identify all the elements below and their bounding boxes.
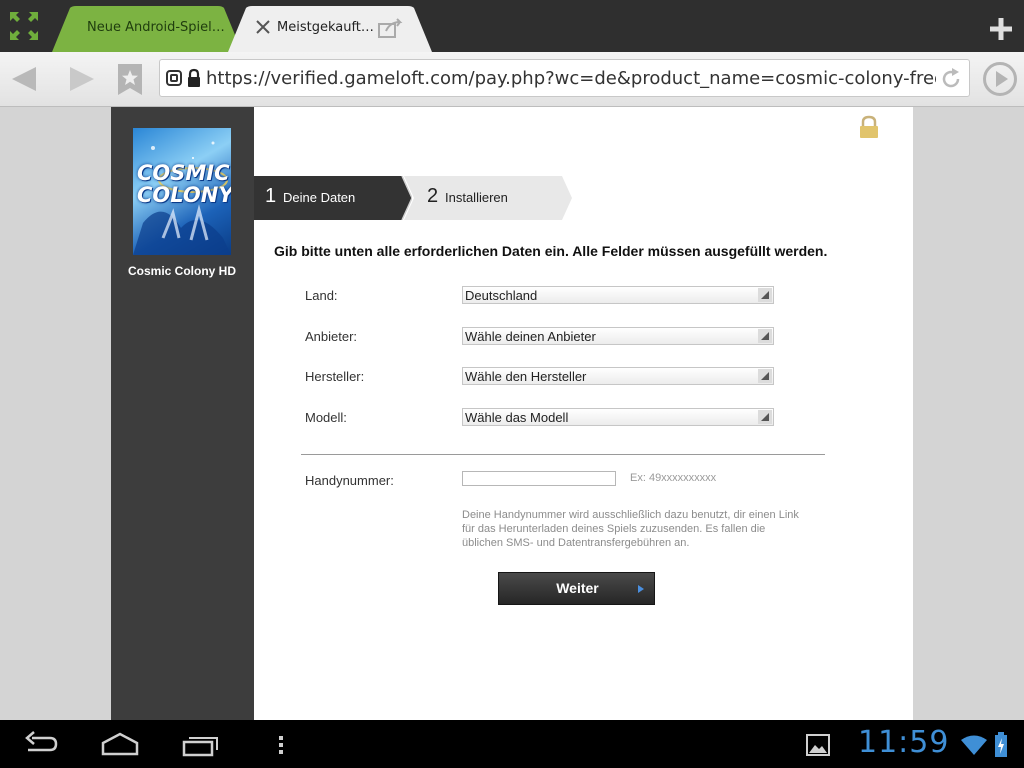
anbieter-select[interactable]: Wähle deinen Anbieter — [462, 327, 774, 345]
play-icon[interactable] — [982, 61, 1018, 97]
dropdown-arrow-icon — [758, 329, 772, 343]
weiter-button[interactable]: Weiter — [498, 572, 655, 605]
reload-icon[interactable] — [939, 67, 963, 91]
tab-label: Meistgekauft… — [277, 20, 374, 35]
select-value: Wähle den Hersteller — [465, 369, 587, 384]
field-label: Anbieter: — [305, 329, 358, 344]
close-icon[interactable] — [256, 20, 270, 34]
field-label: Handynummer: — [305, 473, 394, 488]
dropdown-arrow-icon — [758, 369, 772, 383]
expand-icon[interactable] — [8, 10, 40, 42]
plus-icon[interactable] — [986, 14, 1016, 44]
phone-number-input[interactable] — [462, 471, 616, 486]
browser-toolbar: https://verified.gameloft.com/pay.php?wc… — [0, 52, 1024, 107]
step-label: Deine Daten — [283, 190, 356, 205]
field-label: Land: — [305, 288, 338, 303]
gallery-notification-icon[interactable] — [806, 734, 830, 756]
tab-label: Neue Android-Spiel… — [87, 20, 225, 35]
step-number: 1 — [265, 185, 277, 207]
share-icon[interactable] — [378, 18, 404, 38]
field-label: Hersteller: — [305, 369, 365, 384]
battery-icon — [995, 732, 1007, 757]
wifi-icon — [961, 735, 987, 755]
select-value: Wähle deinen Anbieter — [465, 329, 596, 344]
back-icon[interactable] — [22, 730, 60, 758]
game-cover-image: COSMIC COLONY — [133, 128, 231, 255]
button-label: Weiter — [556, 580, 599, 596]
land-select[interactable]: Deutschland — [462, 286, 774, 304]
padlock-icon — [860, 115, 878, 138]
field-label: Modell: — [305, 410, 347, 425]
form-row-modell: Modell: Wähle das Modell — [305, 408, 825, 428]
form-divider — [301, 454, 825, 455]
payment-content: 1 Deine Daten 2 Installieren Gib bitte u… — [254, 107, 913, 720]
form-row-land: Land: Deutschland — [305, 286, 825, 306]
cover-title: COSMIC COLONY — [137, 161, 231, 207]
lock-icon — [188, 68, 200, 87]
back-arrow-icon[interactable] — [8, 62, 42, 96]
select-value: Wähle das Modell — [465, 410, 569, 425]
phone-example-hint: Ex: 49xxxxxxxxxx — [630, 472, 717, 484]
step-installieren: 2 Installieren — [404, 176, 574, 220]
clock: 11:59 — [858, 725, 950, 760]
hersteller-select[interactable]: Wähle den Hersteller — [462, 367, 774, 385]
dropdown-arrow-icon — [758, 288, 772, 302]
modell-select[interactable]: Wähle das Modell — [462, 408, 774, 426]
form-row-hersteller: Hersteller: Wähle den Hersteller — [305, 367, 825, 387]
phone-help-text: Deine Handynummer wird ausschließlich da… — [462, 508, 832, 550]
step-label: Installieren — [445, 190, 508, 205]
tab-meistgekauft[interactable]: Meistgekauft… — [228, 6, 432, 52]
bookmark-star-icon[interactable] — [113, 62, 147, 96]
form-row-anbieter: Anbieter: Wähle deinen Anbieter — [305, 327, 825, 347]
site-settings-icon[interactable] — [166, 70, 182, 86]
tab-neue-android-spiele[interactable]: Neue Android-Spiel… — [52, 6, 242, 52]
help-line: für das Herunterladen deines Spiels zuzu… — [462, 523, 766, 535]
menu-icon[interactable] — [277, 730, 285, 758]
help-line: üblichen SMS- und Datentransfergebühren … — [462, 537, 690, 549]
url-text: https://verified.gameloft.com/pay.php?wc… — [206, 68, 936, 89]
arrow-right-icon — [638, 585, 644, 593]
product-sidebar: COSMIC COLONY Cosmic Colony HD — [111, 107, 254, 720]
dropdown-arrow-icon — [758, 410, 772, 424]
system-navigation-bar: 11:59 — [0, 720, 1024, 768]
home-icon[interactable] — [100, 730, 140, 758]
tab-strip: Neue Android-Spiel… Meistgekauft… — [0, 0, 1024, 52]
forward-arrow-icon[interactable] — [64, 62, 98, 96]
game-title: Cosmic Colony HD — [127, 264, 236, 278]
help-line: Deine Handynummer wird ausschließlich da… — [462, 509, 799, 521]
web-page: COSMIC COLONY Cosmic Colony HD 1 Deine D… — [111, 107, 913, 720]
url-bar[interactable]: https://verified.gameloft.com/pay.php?wc… — [159, 59, 970, 97]
select-value: Deutschland — [465, 288, 538, 303]
form-instructions: Gib bitte unten alle erforderlichen Date… — [274, 243, 828, 259]
recent-apps-icon[interactable] — [182, 730, 220, 758]
step-deine-daten: 1 Deine Daten — [254, 176, 412, 220]
step-number: 2 — [427, 185, 439, 207]
